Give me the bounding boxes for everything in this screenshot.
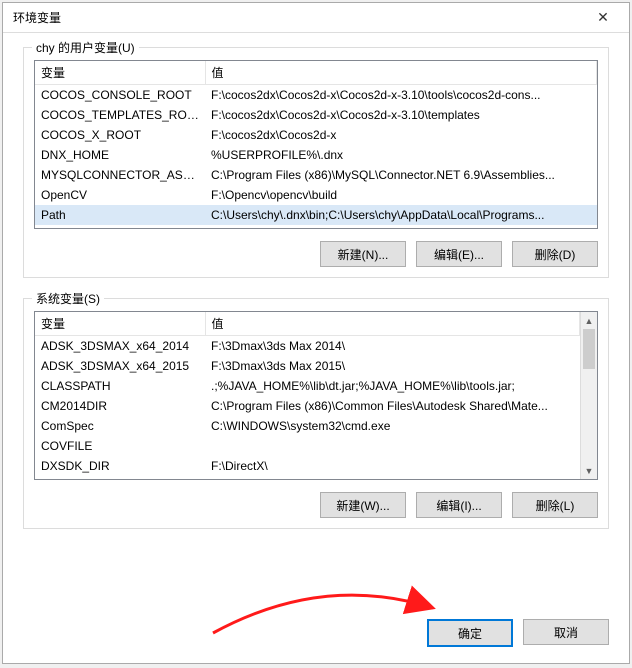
cell-var: COCOS_TEMPLATES_ROOT <box>35 105 205 125</box>
system-vars-table-wrap: 变量 值 ADSK_3DSMAX_x64_2014F:\3Dmax\3ds Ma… <box>34 311 598 480</box>
cell-val: F:\cocos2dx\Cocos2d-x\Cocos2d-x-3.10\tem… <box>205 105 597 125</box>
cell-var: COCOS_X_ROOT <box>35 125 205 145</box>
user-delete-button[interactable]: 删除(D) <box>512 241 598 267</box>
close-icon: ✕ <box>597 9 609 26</box>
cell-val: F:\Opencv\opencv\build <box>205 185 597 205</box>
system-edit-button[interactable]: 编辑(I)... <box>416 492 502 518</box>
dialog-footer: 确定 取消 <box>3 613 629 663</box>
cell-var: ComSpec <box>35 416 205 436</box>
ok-button[interactable]: 确定 <box>427 619 513 647</box>
col-header-val[interactable]: 值 <box>205 312 580 336</box>
cell-var: DNX_HOME <box>35 145 205 165</box>
cell-val: F:\cocos2dx\Cocos2d-x\Cocos2d-x-3.10\too… <box>205 85 597 106</box>
cell-val: C:\Program Files (x86)\MySQL\Connector.N… <box>205 165 597 185</box>
titlebar: 环境变量 ✕ <box>3 3 629 33</box>
col-header-val[interactable]: 值 <box>205 61 597 85</box>
table-row[interactable]: PathC:\Users\chy\.dnx\bin;C:\Users\chy\A… <box>35 205 597 225</box>
table-row[interactable]: COCOS_CONSOLE_ROOTF:\cocos2dx\Cocos2d-x\… <box>35 85 597 106</box>
system-vars-group: 系统变量(S) 变量 值 ADSK_3DSMAX_x64_20 <box>23 298 609 529</box>
table-row[interactable]: ADSK_3DSMAX_x64_2014F:\3Dmax\3ds Max 201… <box>35 336 580 357</box>
user-vars-table[interactable]: 变量 值 COCOS_CONSOLE_ROOTF:\cocos2dx\Cocos… <box>35 61 597 225</box>
cell-val: %USERPROFILE%\.dnx <box>205 145 597 165</box>
table-row[interactable]: CM2014DIRC:\Program Files (x86)\Common F… <box>35 396 580 416</box>
cell-var: ADSK_3DSMAX_x64_2014 <box>35 336 205 357</box>
table-row[interactable]: CLASSPATH.;%JAVA_HOME%\lib\dt.jar;%JAVA_… <box>35 376 580 396</box>
user-vars-buttons: 新建(N)... 编辑(E)... 删除(D) <box>34 241 598 267</box>
user-vars-group: chy 的用户变量(U) 变量 值 COCOS_CONSOLE <box>23 47 609 278</box>
user-edit-button[interactable]: 编辑(E)... <box>416 241 502 267</box>
table-row[interactable]: COCOS_X_ROOTF:\cocos2dx\Cocos2d-x <box>35 125 597 145</box>
scroll-track[interactable] <box>581 369 597 462</box>
user-vars-table-wrap: 变量 值 COCOS_CONSOLE_ROOTF:\cocos2dx\Cocos… <box>34 60 598 229</box>
cell-var: ADSK_3DSMAX_x64_2015 <box>35 356 205 376</box>
scroll-up-icon[interactable]: ▲ <box>581 312 597 329</box>
cell-val: C:\WINDOWS\system32\cmd.exe <box>205 416 580 436</box>
scroll-thumb[interactable] <box>583 329 595 369</box>
table-row[interactable]: OpenCVF:\Opencv\opencv\build <box>35 185 597 205</box>
table-row[interactable]: ADSK_3DSMAX_x64_2015F:\3Dmax\3ds Max 201… <box>35 356 580 376</box>
col-header-var[interactable]: 变量 <box>35 312 205 336</box>
env-vars-dialog: 环境变量 ✕ chy 的用户变量(U) 变量 值 <box>2 2 630 664</box>
system-vars-label: 系统变量(S) <box>32 290 104 307</box>
dialog-body: chy 的用户变量(U) 变量 值 COCOS_CONSOLE <box>3 33 629 613</box>
cell-val <box>205 436 580 456</box>
table-row[interactable]: COVFILE <box>35 436 580 456</box>
system-vars-buttons: 新建(W)... 编辑(I)... 删除(L) <box>34 492 598 518</box>
system-vars-table[interactable]: 变量 值 ADSK_3DSMAX_x64_2014F:\3Dmax\3ds Ma… <box>35 312 580 476</box>
col-header-var[interactable]: 变量 <box>35 61 205 85</box>
system-new-button[interactable]: 新建(W)... <box>320 492 406 518</box>
system-vars-scrollbar[interactable]: ▲ ▼ <box>580 312 597 479</box>
cell-val: C:\Users\chy\.dnx\bin;C:\Users\chy\AppDa… <box>205 205 597 225</box>
cell-val: F:\cocos2dx\Cocos2d-x <box>205 125 597 145</box>
table-row[interactable]: COCOS_TEMPLATES_ROOTF:\cocos2dx\Cocos2d-… <box>35 105 597 125</box>
cell-val: F:\3Dmax\3ds Max 2015\ <box>205 356 580 376</box>
cell-val: F:\DirectX\ <box>205 456 580 476</box>
user-new-button[interactable]: 新建(N)... <box>320 241 406 267</box>
cancel-button[interactable]: 取消 <box>523 619 609 645</box>
cell-var: COVFILE <box>35 436 205 456</box>
system-delete-button[interactable]: 删除(L) <box>512 492 598 518</box>
table-row[interactable]: DNX_HOME%USERPROFILE%\.dnx <box>35 145 597 165</box>
table-row[interactable]: MYSQLCONNECTOR_ASS...C:\Program Files (x… <box>35 165 597 185</box>
scroll-down-icon[interactable]: ▼ <box>581 462 597 479</box>
table-row[interactable]: DXSDK_DIRF:\DirectX\ <box>35 456 580 476</box>
table-row[interactable]: ComSpecC:\WINDOWS\system32\cmd.exe <box>35 416 580 436</box>
cell-var: MYSQLCONNECTOR_ASS... <box>35 165 205 185</box>
cell-var: CLASSPATH <box>35 376 205 396</box>
close-button[interactable]: ✕ <box>583 4 623 32</box>
cell-val: F:\3Dmax\3ds Max 2014\ <box>205 336 580 357</box>
cell-var: Path <box>35 205 205 225</box>
cell-val: .;%JAVA_HOME%\lib\dt.jar;%JAVA_HOME%\lib… <box>205 376 580 396</box>
cell-var: CM2014DIR <box>35 396 205 416</box>
cell-val: C:\Program Files (x86)\Common Files\Auto… <box>205 396 580 416</box>
cell-var: OpenCV <box>35 185 205 205</box>
cell-var: DXSDK_DIR <box>35 456 205 476</box>
cell-var: COCOS_CONSOLE_ROOT <box>35 85 205 106</box>
window-title: 环境变量 <box>13 9 61 26</box>
user-vars-label: chy 的用户变量(U) <box>32 39 139 56</box>
